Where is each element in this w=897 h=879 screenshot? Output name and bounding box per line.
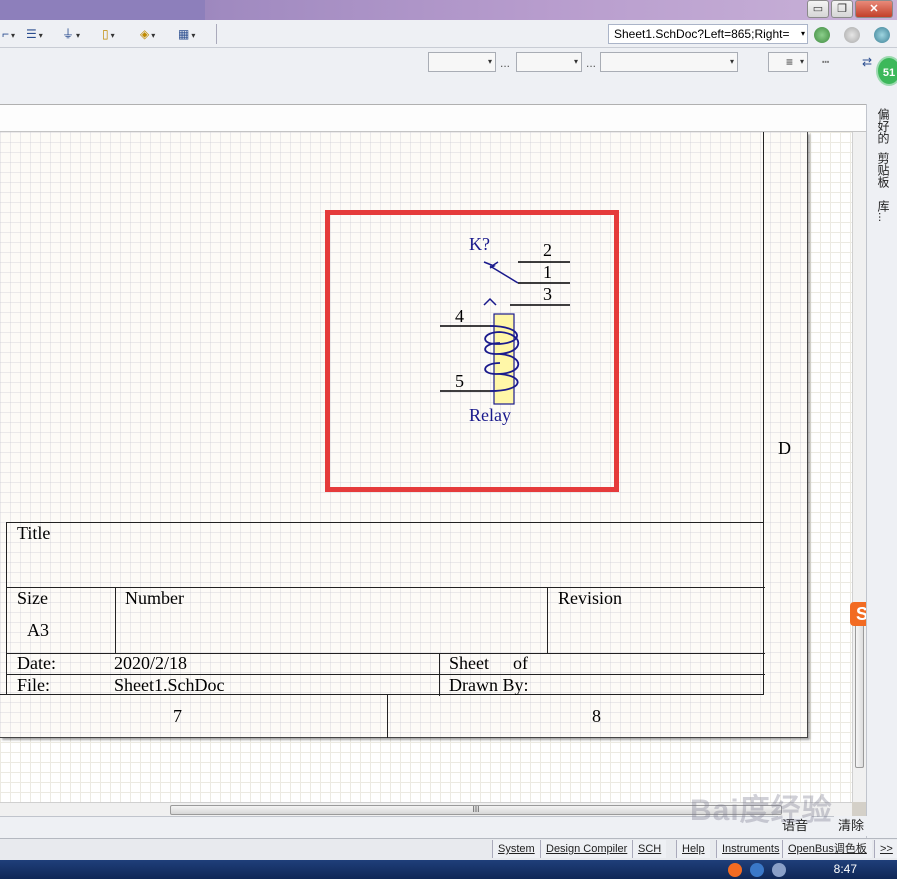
schematic-canvas[interactable]: D Title Size A3 Number Revision Date: 20…: [0, 132, 866, 802]
pin-number: 5: [455, 371, 464, 391]
pin-number: 2: [543, 240, 552, 260]
home-icon[interactable]: [874, 27, 890, 43]
pin-number: 4: [455, 306, 464, 326]
titlebar-tab-area: [0, 0, 205, 20]
vertical-scrollbar[interactable]: [852, 132, 866, 802]
document-tab-strip: [0, 104, 866, 132]
status-tab-system[interactable]: System: [492, 840, 540, 858]
date-label: Date:: [17, 653, 56, 673]
title-label: Title: [17, 523, 51, 543]
schematic-sheet: D Title Size A3 Number Revision Date: 20…: [0, 132, 808, 738]
close-button[interactable]: ✕: [855, 0, 893, 18]
size-combo[interactable]: ▾: [516, 52, 582, 72]
status-tab-help[interactable]: Help: [676, 840, 710, 858]
status-tab-more[interactable]: >>: [874, 840, 897, 858]
relay-comment[interactable]: Relay: [469, 405, 511, 426]
font-combo[interactable]: ▾: [428, 52, 496, 72]
help-tray-icon[interactable]: [750, 863, 764, 877]
notification-badge[interactable]: 51: [876, 56, 897, 86]
right-side-panel: 偏好的 剪贴板 库...: [866, 104, 897, 840]
chevron-down-icon[interactable]: ▾: [801, 25, 805, 43]
document-path-field[interactable]: Sheet1.SchDoc?Left=865;Right= ▾: [608, 24, 808, 44]
align-tool-icon[interactable]: ☰ ▾: [26, 26, 43, 42]
panel-tab-favorites[interactable]: 偏好的: [875, 108, 891, 144]
status-tab-openbus[interactable]: OpenBus调色板: [782, 840, 872, 858]
date-value: 2020/2/18: [114, 653, 188, 673]
watermark: Bai度经验: [690, 794, 833, 827]
title-block: Title Size A3 Number Revision Date: 2020…: [6, 522, 765, 696]
minimize-button[interactable]: ▭: [807, 0, 829, 18]
relay-designator[interactable]: K?: [469, 234, 490, 255]
back-icon[interactable]: [814, 27, 830, 43]
window-titlebar: ▭ ❐ ✕: [0, 0, 897, 20]
ground-port-icon[interactable]: ⏚ ▾: [62, 26, 80, 42]
restore-button[interactable]: ❐: [831, 0, 853, 18]
of-label: of: [513, 653, 528, 673]
status-tab-instruments[interactable]: Instruments: [716, 840, 785, 858]
grid-icon[interactable]: ▦ ▾: [178, 26, 195, 42]
column-number: 8: [592, 706, 601, 726]
title-block-line: [115, 587, 116, 653]
pin-number: 3: [543, 284, 552, 304]
sogou-tray-icon[interactable]: [728, 863, 742, 877]
title-block-line: [547, 587, 548, 653]
column-number: 7: [173, 706, 182, 726]
sheet-symbol-icon[interactable]: ◈ ▾: [140, 26, 155, 42]
zone-letter: D: [778, 438, 791, 458]
size-value: A3: [27, 620, 49, 640]
network-tray-icon[interactable]: [772, 863, 786, 877]
size-label: Size: [17, 588, 48, 608]
title-block-line: [7, 587, 765, 588]
panel-tab-clipboard[interactable]: 剪贴板: [875, 152, 891, 188]
toolbar-divider: [216, 24, 217, 44]
style-combo[interactable]: ▾: [600, 52, 738, 72]
swap-icon[interactable]: ⇄: [862, 54, 872, 70]
clear-button[interactable]: 清除: [834, 816, 869, 836]
status-tab-sch[interactable]: SCH: [632, 840, 667, 858]
taskbar-clock: 8:47: [833, 862, 857, 876]
window-controls: ▭ ❐ ✕: [807, 0, 893, 18]
status-tab-design-compiler[interactable]: Design Compiler: [540, 840, 633, 858]
drawn-by-label: Drawn By:: [449, 675, 529, 695]
file-label: File:: [17, 675, 51, 695]
more-dots[interactable]: ...: [500, 56, 510, 70]
line-style-icon[interactable]: ≡: [786, 54, 793, 70]
file-value: Sheet1.SchDoc: [114, 675, 225, 695]
pin-number: 1: [543, 262, 552, 282]
relay-symbol[interactable]: [430, 228, 580, 428]
dash-style-icon[interactable]: ┅: [822, 54, 829, 70]
sheet-label: Sheet: [449, 653, 489, 673]
wire-tool-icon[interactable]: ⌐ ▾: [2, 26, 15, 42]
number-label: Number: [125, 588, 184, 608]
zone-divider: [387, 695, 388, 738]
more-dots[interactable]: ...: [586, 56, 596, 70]
vertical-scroll-thumb[interactable]: [855, 610, 864, 768]
forward-icon[interactable]: [844, 27, 860, 43]
panel-tab-libraries[interactable]: 库...: [875, 200, 891, 222]
title-block-line: [439, 653, 440, 696]
revision-label: Revision: [558, 588, 623, 608]
component-tool-icon[interactable]: ▯ ▾: [102, 26, 115, 42]
